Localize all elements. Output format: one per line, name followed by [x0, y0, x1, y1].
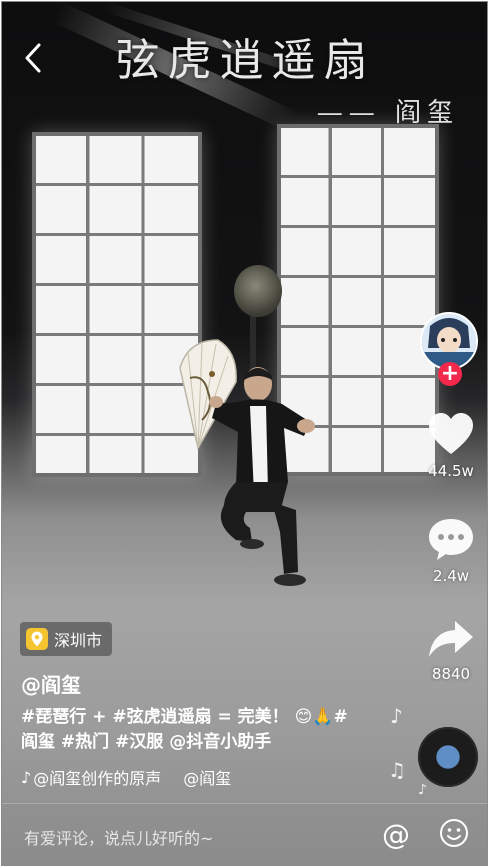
post-caption[interactable]: #琵琶行 + #弦虎逍遥扇 = 完美！ 😊🙏# 阎玺 #热门 #汉服 @抖音小助…	[21, 705, 381, 755]
music-info[interactable]: ♪ @阎玺创作的原声 @阎玺	[21, 765, 231, 789]
music-note-icon: ♪	[418, 782, 427, 798]
tiktok-note-icon: ♪	[21, 767, 32, 787]
gong	[234, 265, 282, 317]
caption-line: 阎玺 #热门 #汉服 @抖音小助手	[21, 732, 272, 752]
author-username[interactable]: @阎玺	[21, 669, 81, 698]
comment-button[interactable]: 2.4w	[420, 517, 482, 585]
comment-bar: @	[2, 803, 487, 865]
share-icon	[429, 621, 473, 657]
performer	[209, 367, 315, 586]
plus-icon: +	[440, 361, 460, 386]
music-author: @阎玺	[183, 769, 232, 788]
comment-input[interactable]	[22, 823, 356, 853]
music-disc[interactable]	[418, 727, 478, 787]
video-subtitle: —— 阎玺	[316, 98, 459, 128]
at-icon[interactable]: @	[382, 818, 410, 851]
share-button[interactable]: 8840	[420, 619, 482, 683]
like-button[interactable]: 44.5w	[420, 412, 482, 480]
music-note-icon: ♪	[390, 704, 403, 728]
emoji-icon[interactable]	[439, 818, 469, 848]
avatar-image	[422, 314, 476, 368]
back-button[interactable]	[22, 42, 52, 78]
shoji-panel-left	[32, 132, 202, 477]
location-label: 深圳市	[54, 631, 103, 650]
caption-line: #琵琶行 + #弦虎逍遥扇 = 完美！ 😊🙏#	[21, 707, 348, 727]
comment-icon	[429, 519, 473, 560]
back-icon	[25, 43, 41, 73]
like-count: 44.5w	[428, 462, 474, 480]
share-count: 8840	[431, 665, 471, 683]
music-note-icon: ♫	[388, 758, 406, 782]
comment-count: 2.4w	[432, 567, 470, 585]
video-screen[interactable]: 弦虎逍遥扇 —— 阎玺 + 44.5w 2.4w 8840 ♪ ♫ ♪ 深圳市 …	[1, 1, 488, 866]
follow-button[interactable]: +	[438, 362, 462, 386]
heart-icon	[429, 413, 473, 454]
location-pin-icon	[26, 628, 48, 650]
location-tag[interactable]: 深圳市	[20, 622, 113, 656]
video-title: 弦虎逍遥扇	[115, 35, 376, 86]
music-source: @阎玺创作的原声	[33, 769, 162, 788]
